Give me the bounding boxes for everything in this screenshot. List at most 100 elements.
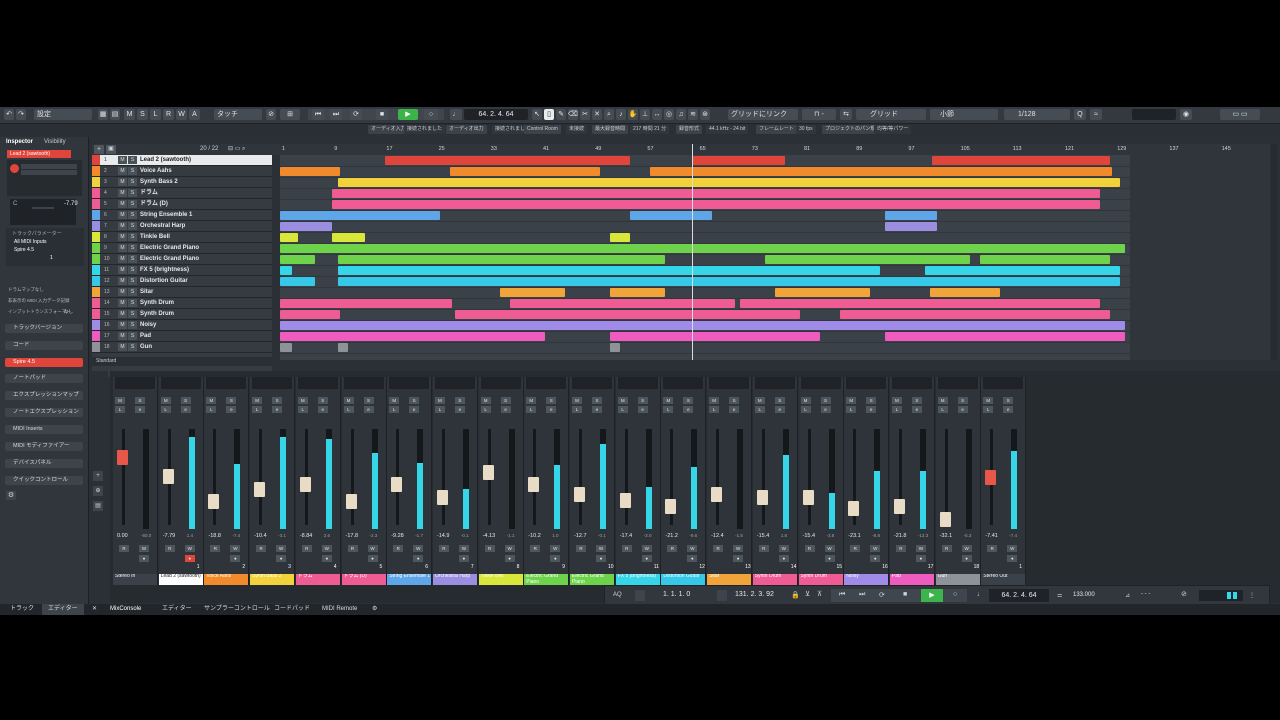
track-row[interactable]: 5 M S ドラム (D) xyxy=(92,199,272,210)
tempo-icon[interactable]: ♩ xyxy=(977,591,984,598)
go-to-start-icon[interactable]: ⏮ xyxy=(312,109,324,120)
solo-button[interactable]: S xyxy=(128,156,137,164)
channel-s-button[interactable]: S xyxy=(317,397,328,404)
solo-button[interactable]: S xyxy=(128,343,137,351)
channel-m-button[interactable]: M xyxy=(663,397,674,404)
channel-m-button[interactable]: M xyxy=(891,397,902,404)
tool-6-icon[interactable]: ⌕ xyxy=(604,109,614,120)
channel-w-button[interactable]: W xyxy=(367,545,378,552)
channel-r-button[interactable]: R xyxy=(119,545,129,552)
channel-l-button[interactable]: L xyxy=(434,406,445,413)
state-button-s[interactable]: S xyxy=(137,109,148,120)
channel-e-button[interactable]: e xyxy=(683,406,694,413)
track-list-footer[interactable]: Standard xyxy=(92,357,272,366)
track-list-tools[interactable]: ⊟ ▭ ⌕ xyxy=(228,145,268,154)
midi-part[interactable] xyxy=(510,299,735,308)
midi-part[interactable] xyxy=(740,299,1100,308)
channel-l-button[interactable]: L xyxy=(846,406,857,413)
channel-w-button[interactable]: W xyxy=(413,545,424,552)
track-row[interactable]: 17 M S Pad xyxy=(92,331,272,342)
tab-editor-left[interactable]: エディター xyxy=(42,604,84,615)
channel-m-button[interactable]: M xyxy=(252,397,263,404)
tab-visibility[interactable]: Visibility xyxy=(44,139,66,145)
midi-part[interactable] xyxy=(280,299,452,308)
volume-fader[interactable] xyxy=(254,481,266,497)
track-row[interactable]: 13 M S Sitar xyxy=(92,287,272,298)
channel-e-button[interactable]: e xyxy=(180,406,191,413)
playhead-cursor[interactable] xyxy=(692,144,693,360)
solo-button[interactable]: S xyxy=(128,310,137,318)
midi-part[interactable] xyxy=(280,277,315,286)
channel-e-button[interactable]: e xyxy=(729,406,740,413)
mute-button[interactable]: M xyxy=(118,343,127,351)
volume-fader[interactable] xyxy=(162,469,174,485)
channel-top-area[interactable] xyxy=(160,377,201,389)
solo-button[interactable]: S xyxy=(128,167,137,175)
channel-top-area[interactable] xyxy=(846,377,887,389)
channel-l-button[interactable]: L xyxy=(160,406,171,413)
track-row[interactable]: 10 M S Electric Grand Piano xyxy=(92,254,272,265)
channel-top-area[interactable] xyxy=(206,377,247,389)
channel-l-button[interactable]: L xyxy=(115,406,125,413)
midi-part[interactable] xyxy=(692,156,785,165)
mute-button[interactable]: M xyxy=(118,156,127,164)
midi-part[interactable] xyxy=(280,222,332,231)
volume-fader[interactable] xyxy=(802,490,814,506)
channel-m-button[interactable]: M xyxy=(754,397,765,404)
preset-select[interactable]: 設定 xyxy=(34,109,92,120)
channel-record-button[interactable]: ● xyxy=(550,555,561,562)
time-display-icon[interactable]: ♩ xyxy=(450,109,462,120)
midi-part[interactable] xyxy=(280,255,315,264)
channel-e-button[interactable]: e xyxy=(820,406,831,413)
channel-r-button[interactable]: R xyxy=(941,545,952,552)
volume-fader[interactable] xyxy=(574,486,585,502)
left-locator[interactable]: 1. 1. 1. 0 xyxy=(663,591,690,598)
track-row[interactable]: 6 M S String Ensemble 1 xyxy=(92,210,272,221)
channel-s-button[interactable]: S xyxy=(729,397,740,404)
channel-record-button[interactable]: ● xyxy=(596,555,606,562)
channel-record-button[interactable]: ● xyxy=(321,555,332,562)
channel-s-button[interactable]: S xyxy=(180,397,191,404)
bottom-tab-2[interactable]: サンプラーコントロール xyxy=(204,604,270,615)
channel-record-button[interactable]: ● xyxy=(458,555,469,562)
channel-top-area[interactable] xyxy=(343,377,384,389)
channel-e-button[interactable]: e xyxy=(546,406,557,413)
mute-button[interactable]: M xyxy=(118,266,127,274)
volume-fader[interactable] xyxy=(482,465,494,481)
channel-r-button[interactable]: R xyxy=(438,545,449,552)
channel-record-button[interactable]: ● xyxy=(367,555,378,562)
bottom-tab-3[interactable]: コードパッド xyxy=(274,604,310,615)
channel-w-button[interactable]: W xyxy=(230,545,241,552)
midi-part[interactable] xyxy=(338,255,665,264)
channel-r-button[interactable]: R xyxy=(484,545,495,552)
lower-zone-settings-icon[interactable]: ⚙ xyxy=(372,604,377,615)
channel-record-button[interactable]: ● xyxy=(1007,555,1018,562)
channel-r-button[interactable]: R xyxy=(713,545,724,552)
inspector-section-2[interactable]: Spire 4.5 xyxy=(5,358,83,367)
solo-button[interactable]: S xyxy=(128,233,137,241)
grid-link-select[interactable]: グリッドにリンク xyxy=(728,109,798,120)
transport-end-icon[interactable]: ⏭ xyxy=(859,591,865,599)
channel-record-button[interactable]: ● xyxy=(733,555,744,562)
state-button-a[interactable]: A xyxy=(189,109,200,120)
track-row[interactable]: 8 M S Tinkle Bell xyxy=(92,232,272,243)
left-locator-icon[interactable] xyxy=(635,590,645,601)
metronome-icon[interactable]: ⚌ xyxy=(1057,592,1062,599)
volume-fader[interactable] xyxy=(756,490,768,506)
channel-m-button[interactable]: M xyxy=(617,397,628,404)
track-row[interactable]: 16 M S Noisy xyxy=(92,320,272,331)
track-row[interactable]: 7 M S Orchestral Harp xyxy=(92,221,272,232)
inspector-track-name[interactable]: Lead 2 (sawtooth) xyxy=(7,150,71,158)
channel-l-button[interactable]: L xyxy=(617,406,628,413)
midi-part[interactable] xyxy=(450,167,600,176)
channel-s-button[interactable]: S xyxy=(500,397,511,404)
channel-m-button[interactable]: M xyxy=(297,397,308,404)
channel-l-button[interactable]: L xyxy=(663,406,674,413)
channel-top-area[interactable] xyxy=(252,377,293,389)
channel-m-button[interactable]: M xyxy=(206,397,217,404)
tool-10-icon[interactable]: ↔ xyxy=(652,109,662,120)
channel-top-area[interactable] xyxy=(709,377,750,389)
mute-button[interactable]: M xyxy=(118,167,127,175)
channel-w-button[interactable]: W xyxy=(596,545,606,552)
solo-button[interactable]: S xyxy=(128,189,137,197)
